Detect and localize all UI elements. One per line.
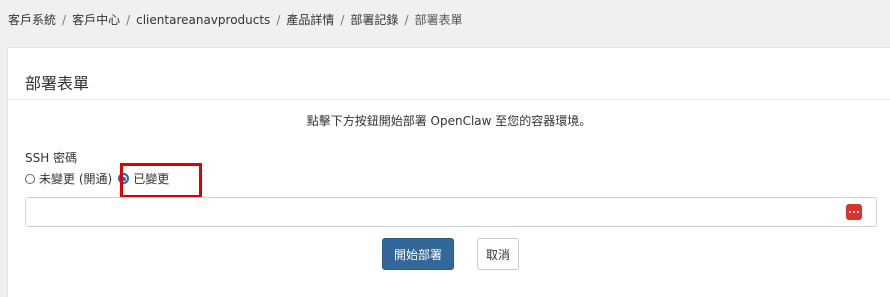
radio-unchanged[interactable] bbox=[25, 173, 35, 184]
password-manager-icon[interactable] bbox=[846, 204, 862, 220]
page-title: 部署表單 bbox=[25, 74, 90, 93]
radio-unchanged-label: 未變更 (開通) bbox=[39, 172, 113, 186]
instruction-text: 點擊下方按鈕開始部署 OpenClaw 至您的容器環境。 bbox=[306, 114, 592, 128]
radio-changed[interactable] bbox=[118, 173, 130, 184]
ssh-password-input[interactable] bbox=[25, 197, 877, 227]
breadcrumb-separator: / bbox=[126, 13, 131, 27]
breadcrumb-separator: / bbox=[404, 13, 409, 27]
breadcrumb-item-client-center[interactable]: 客戶中心 bbox=[72, 13, 120, 27]
cancel-button[interactable]: 取消 bbox=[477, 238, 519, 270]
breadcrumb-separator: / bbox=[62, 13, 67, 27]
breadcrumb-item-product-details[interactable]: 產品詳情 bbox=[286, 13, 334, 27]
deploy-form-card: 部署表單 點擊下方按鈕開始部署 OpenClaw 至您的容器環境。 SSH 密碼… bbox=[7, 47, 890, 297]
breadcrumb-separator: / bbox=[340, 13, 345, 27]
radio-option-changed[interactable]: 已變更 bbox=[118, 170, 169, 187]
radio-changed-label: 已變更 bbox=[133, 172, 170, 186]
title-divider bbox=[8, 99, 890, 100]
breadcrumb-separator: / bbox=[276, 13, 281, 27]
breadcrumb: 客戶系統 / 客戶中心 / clientareanavproducts / 產品詳情 / 部署記… bbox=[8, 11, 463, 28]
ssh-password-radio-group: 未變更 (開通) 已變更 bbox=[25, 170, 169, 187]
breadcrumb-item-deploy-records[interactable]: 部署記錄 bbox=[350, 13, 398, 27]
breadcrumb-item-client-system[interactable]: 客戶系統 bbox=[8, 13, 56, 27]
radio-option-unchanged[interactable]: 未變更 (開通) bbox=[25, 170, 112, 187]
breadcrumb-item-products[interactable]: clientareanavproducts bbox=[136, 13, 270, 27]
breadcrumb-item-current: 部署表單 bbox=[414, 13, 463, 27]
start-deploy-button[interactable]: 開始部署 bbox=[382, 238, 454, 270]
ssh-password-label: SSH 密碼 bbox=[25, 151, 78, 165]
